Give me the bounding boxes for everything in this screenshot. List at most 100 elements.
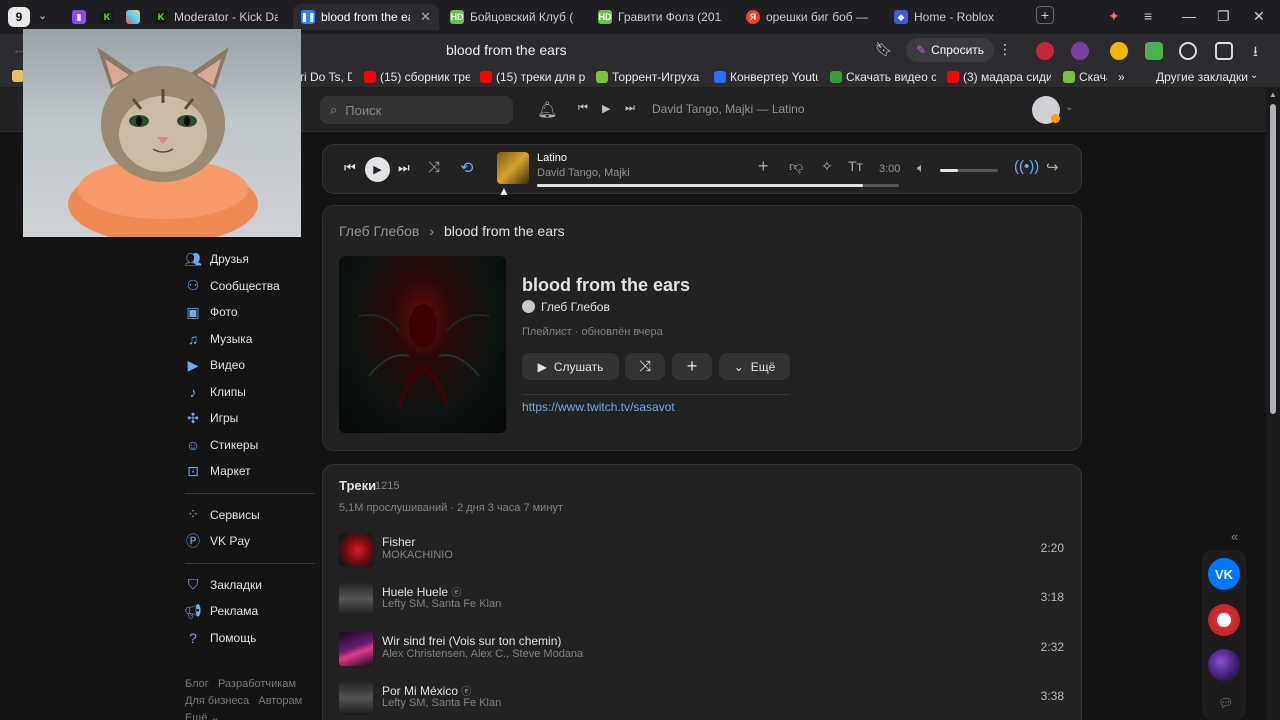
chevron-down-icon[interactable]: ⌄	[1250, 70, 1258, 81]
search-input[interactable]: ⌕ Поиск	[320, 96, 513, 124]
dislike-icon[interactable]: 👎︎	[789, 158, 803, 175]
player-track-artist[interactable]: David Tango, Majki	[537, 167, 630, 179]
tab-twitch[interactable]: ▮	[64, 4, 90, 30]
tab-active-playlist[interactable]: ❚❚ blood from the ears ✕	[293, 4, 439, 30]
notifications-bell-icon[interactable]: 🔔︎	[537, 100, 557, 120]
extension-icon[interactable]	[1215, 42, 1233, 60]
recommendations-icon[interactable]: ✧	[821, 158, 833, 175]
community-avatar-icon[interactable]	[1208, 649, 1240, 681]
footer-link-more[interactable]: Ещё	[185, 712, 208, 720]
repeat-icon[interactable]: ⟲	[460, 158, 473, 178]
sidebar-item-clips[interactable]: ♪ Клипы	[185, 379, 315, 406]
tab-count-badge[interactable]: 9	[8, 7, 30, 27]
footer-link-devs[interactable]: Разработчикам	[218, 678, 296, 690]
breadcrumb-owner[interactable]: Глеб Глебов	[339, 223, 419, 239]
play-extension-icon[interactable]	[1179, 42, 1197, 60]
next-track-icon[interactable]: ⏭︎	[625, 102, 635, 115]
tab-kick[interactable]: K	[92, 4, 118, 30]
previous-track-icon[interactable]: ⏮︎	[344, 160, 356, 176]
community-avatar-icon[interactable]	[1208, 604, 1240, 636]
sidebar-item-vkpay[interactable]: Ⓟ VK Pay	[185, 528, 315, 555]
bookmark-page-icon[interactable]: 🔖︎	[875, 41, 893, 58]
scroll-up-icon[interactable]: ▲	[1269, 90, 1277, 99]
extension-icon[interactable]	[1036, 42, 1054, 60]
bookmark-item[interactable]: (3) мадара сидит	[947, 70, 1051, 84]
vk-logo-icon[interactable]: VK	[1208, 558, 1240, 590]
more-options-icon[interactable]: ⋮	[998, 41, 1012, 58]
extension-red-icon[interactable]: ✦	[1108, 8, 1120, 25]
more-bookmarks-button[interactable]: »	[1118, 70, 1125, 84]
playlist-description-link[interactable]: https://www.twitch.tv/sasavot	[522, 400, 675, 414]
lyrics-icon[interactable]: Tт	[848, 158, 863, 174]
tab-yandex-search[interactable]: Я орешки биг боб — Ян	[738, 4, 880, 30]
bookmark-item[interactable]: Торрент-Игруха	[596, 70, 700, 84]
track-row[interactable]: Wir sind frei (Vois sur ton chemin) Alex…	[339, 630, 1064, 670]
listen-button[interactable]: ▶ Слушать	[522, 353, 619, 380]
tab-list-chevron-icon[interactable]: ⌄	[38, 9, 47, 22]
track-title[interactable]: Wir sind frei (Vois sur ton chemin)	[382, 634, 561, 648]
track-row[interactable]: Por Mi México ⓔ Lefty SM, Santa Fe Klan …	[339, 679, 1064, 719]
next-track-icon[interactable]: ⏭︎	[398, 160, 410, 176]
sidebar-item-ads[interactable]: 📢︎ Реклама	[184, 598, 315, 625]
minimize-icon[interactable]: —	[1182, 8, 1196, 24]
bookmark-item[interactable]: Скачать видео с т	[830, 70, 936, 84]
sidebar-item-services[interactable]: ⁘ Сервисы	[185, 502, 315, 529]
tab-kick-dashboard[interactable]: K Moderator - Kick Dash	[146, 4, 286, 30]
extension-icon[interactable]	[1071, 42, 1089, 60]
page-scrollbar[interactable]: ▲	[1266, 88, 1280, 720]
play-icon[interactable]: ▶	[602, 102, 610, 115]
ask-button[interactable]: ✎ Спросить	[906, 38, 995, 62]
menu-icon[interactable]: ≡	[1144, 8, 1152, 24]
playlist-owner[interactable]: Глеб Глебов	[541, 300, 610, 314]
close-tab-icon[interactable]: ✕	[420, 9, 431, 25]
tab-roblox[interactable]: ◆ Home - Roblox	[886, 4, 1026, 30]
previous-track-icon[interactable]: ⏮︎	[578, 102, 588, 115]
new-tab-icon[interactable]: +	[1036, 6, 1054, 24]
restore-icon[interactable]: ❐	[1217, 8, 1230, 25]
sidebar-item-bookmarks[interactable]: ⛉ Закладки	[185, 572, 315, 599]
scrollbar-thumb[interactable]	[1270, 104, 1276, 414]
footer-link-business[interactable]: Для бизнеса	[185, 695, 249, 707]
close-window-icon[interactable]: ✕	[1253, 8, 1265, 25]
bookmark-item[interactable]: (15) сборник трек	[364, 70, 470, 84]
track-title[interactable]: Fisher	[382, 535, 415, 549]
chat-icon[interactable]: 💬︎	[1218, 696, 1233, 710]
share-icon[interactable]: ↪	[1046, 158, 1059, 176]
header-now-playing[interactable]: David Tango, Majki — Latino	[652, 102, 805, 116]
sidebar-item-video[interactable]: ▶ Видео	[185, 352, 315, 379]
sidebar-item-music[interactable]: ♫ Музыка	[185, 326, 315, 353]
address-title[interactable]: blood from the ears	[446, 42, 567, 58]
sidebar-item-communities[interactable]: ⚇ Сообщества	[185, 273, 315, 300]
extension-icon[interactable]	[1145, 42, 1163, 60]
sidebar-item-stickers[interactable]: ☺ Стикеры	[185, 432, 315, 459]
track-artist[interactable]: MOKACHINIO	[382, 549, 453, 561]
footer-link-blog[interactable]: Блог	[185, 678, 209, 690]
track-artist[interactable]: Lefty SM, Santa Fe Klan	[382, 697, 501, 709]
sidebar-item-photo[interactable]: ▣ Фото	[185, 299, 315, 326]
track-title[interactable]: Huele Huele ⓔ	[382, 584, 461, 599]
track-title[interactable]: Por Mi México ⓔ	[382, 683, 471, 698]
collapse-panel-icon[interactable]: «	[1231, 529, 1238, 544]
bookmark-item[interactable]: (15) треки для ра	[480, 70, 586, 84]
shuffle-icon[interactable]: ⤨	[428, 159, 440, 176]
shuffle-button[interactable]: ⤨	[625, 353, 665, 380]
bookmark-item[interactable]: ri Do Ts, D	[300, 70, 352, 84]
track-row[interactable]: Fisher MOKACHINIO 2:20	[339, 531, 1064, 571]
add-playlist-button[interactable]: +	[672, 353, 712, 380]
track-artist[interactable]: Alex Christensen, Alex C., Steve Modana	[382, 648, 583, 660]
footer-link-authors[interactable]: Авторам	[258, 695, 302, 707]
sidebar-item-friends[interactable]: 👥︎ Друзья	[184, 246, 315, 273]
track-row[interactable]: Huele Huele ⓔ Lefty SM, Santa Fe Klan 3:…	[339, 580, 1064, 620]
sidebar-item-games[interactable]: ✣ Игры	[185, 405, 315, 432]
volume-icon[interactable]: 🔈︎	[917, 160, 925, 176]
tab-gravity-falls[interactable]: HD Гравити Фолз (2012 -	[590, 4, 730, 30]
play-pause-button[interactable]: ▶	[365, 157, 390, 182]
download-icon[interactable]: ⭳	[1253, 41, 1258, 65]
bookmark-item[interactable]: Скача	[1063, 70, 1107, 84]
add-track-icon[interactable]: +	[758, 156, 769, 177]
profile-menu-chevron-icon[interactable]: ⌄	[1065, 102, 1073, 113]
track-artist[interactable]: Lefty SM, Santa Fe Klan	[382, 598, 501, 610]
tab-extension[interactable]	[118, 4, 144, 30]
broadcast-icon[interactable]: ((•))	[1014, 158, 1039, 175]
more-button[interactable]: ⌄ Ещё	[719, 353, 790, 380]
